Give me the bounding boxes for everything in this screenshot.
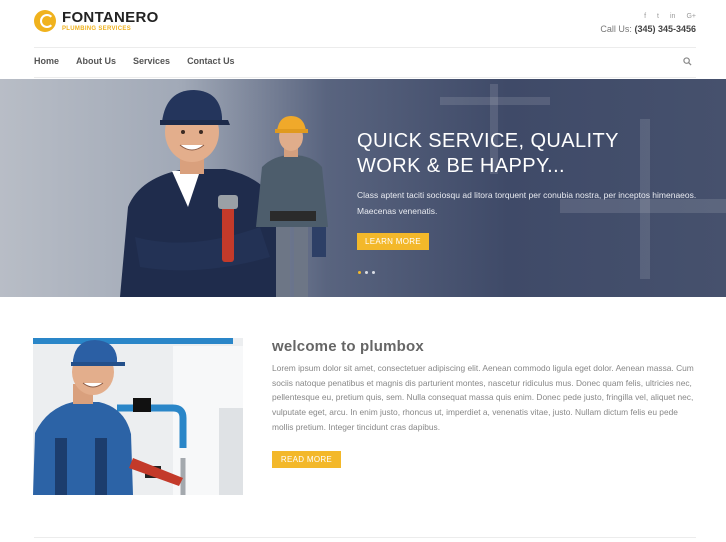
logo-text: FONTANERO PLUMBING SERVICES [62,10,159,32]
slider-dot-1[interactable] [358,271,361,274]
call-label: Call Us: [600,24,632,34]
header-divider [34,47,696,48]
twitter-icon[interactable]: t [657,13,659,20]
main-nav: Home About Us Services Contact Us [34,56,235,66]
social-links: f t in G+ [644,13,696,20]
phone-number[interactable]: (345) 345-3456 [634,24,696,34]
header: FONTANERO PLUMBING SERVICES f t in G+ Ca… [0,0,726,48]
logo-icon [34,10,56,32]
slider-dots [358,271,375,274]
welcome-title: welcome to plumbox [272,338,424,355]
section-divider [34,537,696,538]
brand-name: FONTANERO [62,9,159,26]
search-icon[interactable] [683,57,692,66]
hero-title-line1: QUICK SERVICE, QUALITY [357,130,619,152]
logo[interactable]: FONTANERO PLUMBING SERVICES [34,10,159,32]
linkedin-icon[interactable]: in [670,13,675,20]
google-plus-icon[interactable]: G+ [686,13,696,20]
read-more-button[interactable]: READ MORE [272,451,341,468]
call-info: Call Us: (345) 345-3456 [600,24,696,34]
learn-more-button[interactable]: LEARN MORE [357,233,429,250]
nav-home[interactable]: Home [34,56,59,66]
welcome-text: Lorem ipsum dolor sit amet, consectetuer… [272,363,694,432]
hero-title: QUICK SERVICE, QUALITY WORK & BE HAPPY..… [357,129,677,179]
nav-services[interactable]: Services [133,56,170,66]
nav-about-us[interactable]: About Us [76,56,116,66]
slider-dot-2[interactable] [365,271,368,274]
hero-title-line2: WORK & BE HAPPY... [357,155,566,177]
facebook-icon[interactable]: f [644,13,646,20]
slider-dot-3[interactable] [372,271,375,274]
hero-text: Class aptent taciti sociosqu ad litora t… [357,190,697,216]
plumber-photo [33,338,243,495]
brand-tagline: PLUMBING SERVICES [62,26,131,32]
hero-slider: QUICK SERVICE, QUALITY WORK & BE HAPPY..… [0,79,726,297]
nav-contact-us[interactable]: Contact Us [187,56,235,66]
plumber-photo-illustration [33,338,243,495]
nav-divider [34,77,696,78]
worker-image [256,116,328,297]
